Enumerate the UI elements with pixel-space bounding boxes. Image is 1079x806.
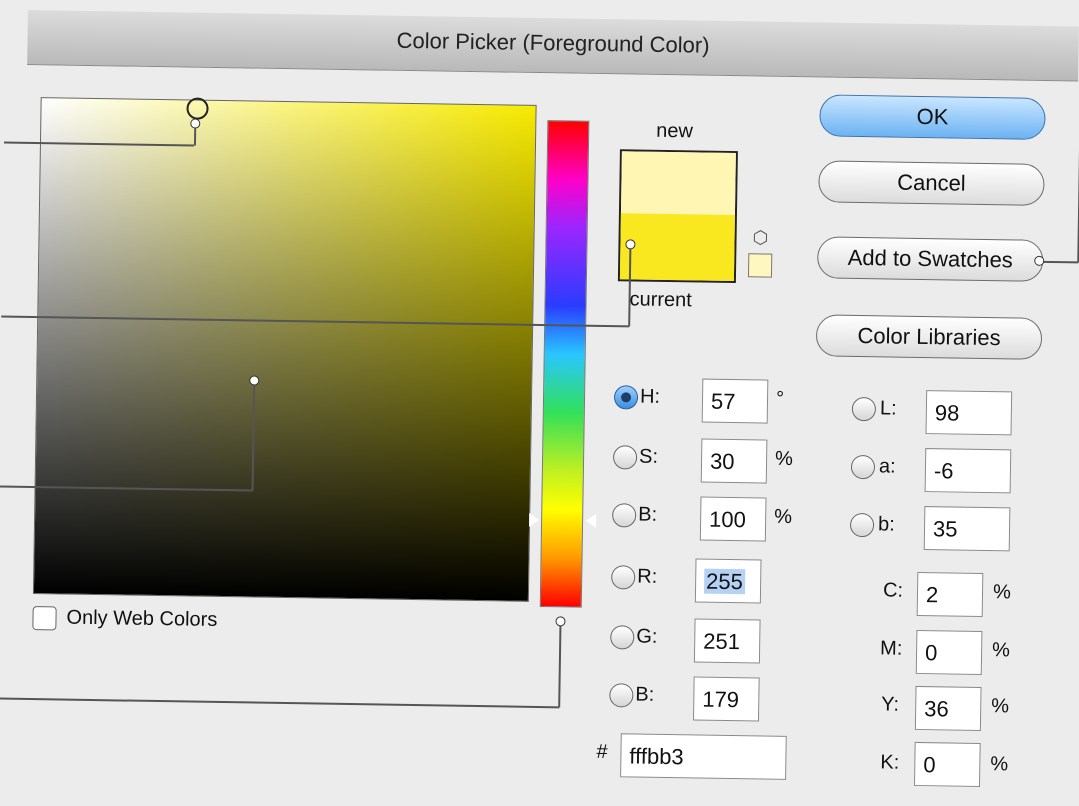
color-field[interactable]: [32, 97, 537, 602]
red-value: 255: [703, 568, 746, 595]
cyan-label: C:: [882, 579, 904, 602]
radio-saturation[interactable]: [612, 445, 638, 470]
hue-slider-left-arrow-icon[interactable]: [529, 512, 540, 528]
radio-red[interactable]: [611, 565, 636, 590]
green-field[interactable]: 251: [693, 618, 761, 664]
web-safe-swatch[interactable]: [747, 253, 773, 278]
add-to-swatches-button[interactable]: Add to Swatches: [816, 236, 1044, 282]
b-lab-label: b:: [877, 513, 895, 536]
green-label: G:: [636, 625, 658, 648]
hue-slider[interactable]: [539, 120, 590, 608]
magenta-field[interactable]: 0: [915, 629, 983, 675]
cyan-unit: %: [992, 581, 1012, 604]
callout-dot-icon: [555, 616, 566, 627]
black-label: K:: [880, 751, 900, 774]
blue-field[interactable]: 179: [692, 676, 760, 722]
hex-field[interactable]: fffbb3: [620, 733, 787, 780]
callout-dot-icon: [249, 375, 260, 386]
callout-line: [0, 697, 560, 708]
current-color-swatch[interactable]: [619, 213, 735, 282]
only-web-colors-label: Only Web Colors: [66, 606, 218, 631]
magenta-unit: %: [991, 639, 1011, 662]
radio-green[interactable]: [610, 625, 635, 650]
saturation-label: S:: [638, 445, 659, 468]
a-label: a:: [878, 455, 896, 478]
color-swatch: [617, 149, 738, 284]
callout-dot-icon: [1034, 255, 1045, 266]
b-lab-field[interactable]: 35: [923, 506, 1011, 552]
callout-line: [558, 624, 561, 708]
yellow-unit: %: [991, 695, 1010, 718]
callout-line: [1042, 260, 1079, 263]
radio-hue[interactable]: [613, 385, 639, 410]
hue-field[interactable]: 57: [701, 378, 769, 424]
radio-l[interactable]: [851, 396, 877, 422]
radio-a[interactable]: [850, 454, 876, 480]
black-unit: %: [990, 753, 1009, 776]
blue-label: B:: [635, 683, 655, 706]
yellow-field[interactable]: 36: [914, 685, 982, 731]
gamut-cube-icon[interactable]: ⬡: [752, 227, 768, 248]
magenta-label: M:: [879, 637, 903, 660]
current-color-label: current: [629, 288, 693, 312]
radio-blue[interactable]: [609, 683, 634, 708]
brightness-unit: %: [774, 505, 793, 528]
color-libraries-button[interactable]: Color Libraries: [815, 314, 1043, 360]
hue-unit: °: [775, 387, 785, 410]
l-field[interactable]: 98: [925, 390, 1013, 436]
callout-dot-icon: [190, 118, 201, 129]
red-field[interactable]: 255: [694, 558, 762, 604]
new-color-label: new: [656, 119, 694, 143]
hue-slider-right-arrow-icon[interactable]: [585, 513, 597, 528]
ok-button[interactable]: OK: [819, 94, 1046, 140]
red-label: R:: [637, 565, 658, 588]
hue-label: H:: [639, 385, 661, 408]
radio-b-lab[interactable]: [849, 512, 875, 538]
brightness-label: B:: [638, 503, 658, 526]
cancel-button[interactable]: Cancel: [818, 160, 1045, 206]
callout-dot-icon: [625, 239, 636, 250]
radio-brightness[interactable]: [612, 503, 637, 528]
brightness-field[interactable]: 100: [699, 496, 767, 542]
callout-line: [628, 245, 631, 327]
saturation-field[interactable]: 30: [700, 438, 768, 484]
only-web-colors-checkbox[interactable]: [32, 606, 57, 631]
saturation-unit: %: [774, 447, 794, 470]
black-field[interactable]: 0: [913, 741, 981, 787]
yellow-label: Y:: [881, 693, 900, 716]
color-picker-dialog: new current ⬡ OK Cancel Add to Swatches …: [0, 0, 1079, 806]
a-field[interactable]: -6: [924, 448, 1012, 494]
cyan-field[interactable]: 2: [916, 571, 984, 617]
new-color-swatch: [620, 151, 736, 216]
hex-label: #: [596, 740, 608, 764]
l-label: L:: [879, 397, 897, 420]
